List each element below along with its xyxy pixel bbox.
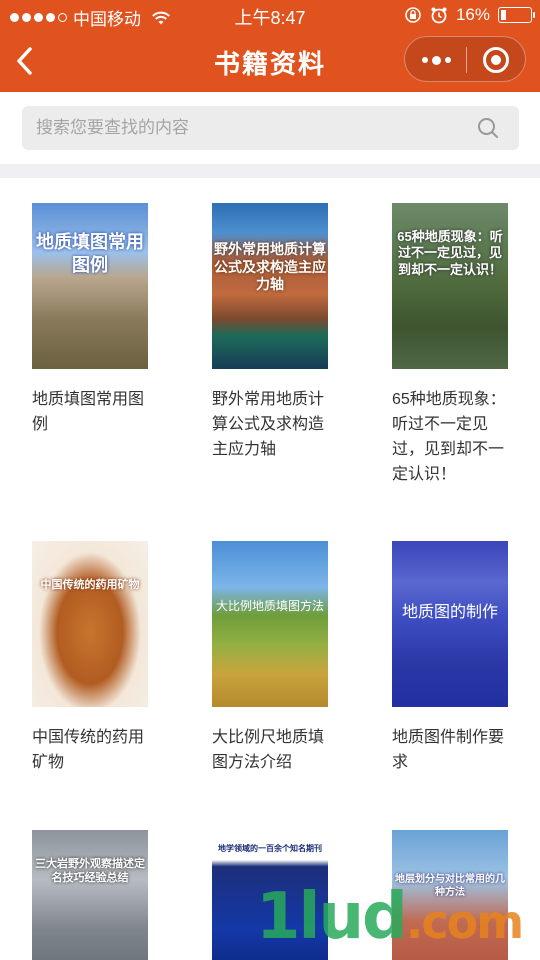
book-cover[interactable]: 地质填图常用图例 — [32, 203, 148, 369]
search-section — [0, 92, 540, 164]
watermark-main: 1lud — [256, 880, 408, 954]
rotation-lock-icon — [405, 7, 421, 23]
book-title[interactable]: 65种地质现象：听过不一定见过，见到却不一定认识！ — [392, 387, 516, 487]
section-divider — [0, 164, 540, 178]
capsule-divider — [466, 47, 467, 73]
book-cover[interactable]: 三大岩野外观察描述定名技巧经验总结 — [32, 830, 148, 960]
cover-title: 地质填图常用图例 — [36, 232, 144, 275]
alarm-icon — [431, 7, 447, 24]
book-cover[interactable]: 中国传统的药用矿物 — [32, 541, 148, 707]
book-cover[interactable]: 野外常用地质计算公式及求构造主应力轴 — [212, 203, 328, 369]
mini-program-capsule — [404, 36, 526, 82]
search-bar — [22, 106, 519, 150]
nav-bar: 书籍资料 — [0, 30, 540, 92]
cover-title: 65种地质现象：听过不一定见过，见到却不一定认识！ — [397, 229, 503, 277]
search-input[interactable] — [36, 106, 466, 150]
cover-title: 地学领域的一百余个知名期刊 — [218, 844, 322, 853]
status-bar: 中国移动 上午8:47 16% — [0, 0, 540, 30]
site-watermark: 1lud.com — [256, 880, 524, 954]
book-cover[interactable]: 地质图的制作 — [392, 541, 508, 707]
search-icon[interactable] — [477, 117, 499, 139]
book-cover[interactable]: 65种地质现象：听过不一定见过，见到却不一定认识！ — [392, 203, 508, 369]
more-dots-icon[interactable] — [419, 51, 453, 69]
book-title[interactable]: 地质填图常用图例 — [32, 387, 156, 437]
top-bar: 中国移动 上午8:47 16% 书籍资料 — [0, 0, 540, 92]
book-title[interactable]: 中国传统的药用矿物 — [32, 725, 156, 775]
book-title[interactable]: 地质图件制作要求 — [392, 725, 516, 775]
status-right: 16% — [404, 5, 535, 25]
book-cover[interactable]: 大比例地质填图方法 — [212, 541, 328, 707]
battery-percent: 16% — [455, 5, 490, 24]
watermark-suffix: .com — [405, 895, 524, 949]
close-circle-icon[interactable] — [483, 47, 509, 73]
battery-icon — [498, 7, 535, 23]
cover-title: 野外常用地质计算公式及求构造主应力轴 — [214, 241, 326, 292]
cover-title: 三大岩野外观察描述定名技巧经验总结 — [35, 858, 145, 884]
cover-title: 中国传统的药用矿物 — [40, 579, 140, 591]
book-title[interactable]: 野外常用地质计算公式及求构造主应力轴 — [212, 387, 336, 462]
cover-title: 大比例地质填图方法 — [215, 599, 324, 613]
cover-title: 地质图的制作 — [401, 604, 498, 621]
book-title[interactable]: 大比例尺地质填图方法介绍 — [212, 725, 336, 775]
